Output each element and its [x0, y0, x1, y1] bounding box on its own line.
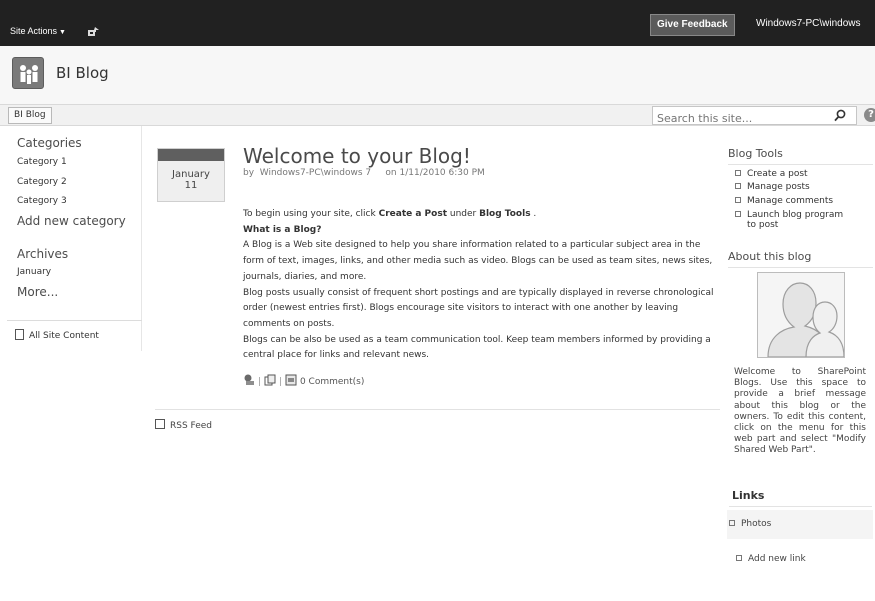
- bullet-icon: [735, 197, 741, 203]
- photos-link[interactable]: Photos: [729, 519, 771, 529]
- post-heading: What is a Blog?: [243, 223, 723, 239]
- rss-icon: [155, 419, 165, 429]
- post-intro-text: .: [530, 209, 537, 219]
- categories-heading[interactable]: Categories: [17, 136, 82, 150]
- tab-bi-blog[interactable]: BI Blog: [8, 107, 52, 124]
- blog-tool-label: Create a post: [747, 169, 808, 179]
- navigate-up-icon[interactable]: [88, 27, 99, 36]
- blog-tools-title: Blog Tools: [728, 147, 783, 160]
- category-link[interactable]: Category 3: [17, 196, 67, 206]
- site-logo-icon[interactable]: [12, 57, 44, 89]
- links-title: Links: [732, 489, 765, 502]
- post-paragraph: A Blog is a Web site designed to help yo…: [243, 240, 713, 282]
- chevron-down-icon: ▼: [59, 29, 66, 36]
- divider: [728, 164, 873, 165]
- bullet-icon: [735, 183, 741, 189]
- bullet-icon: [735, 170, 741, 176]
- quick-launch: Categories Category 1 Category 2 Categor…: [7, 126, 142, 351]
- site-title[interactable]: BI Blog: [56, 64, 109, 82]
- blog-tool-label: Manage comments: [747, 196, 834, 206]
- divider: [155, 409, 720, 410]
- add-new-category-link[interactable]: Add new category: [17, 214, 126, 228]
- top-navigation: BI Blog ?: [0, 104, 875, 127]
- search-input[interactable]: [653, 110, 833, 127]
- user-menu[interactable]: Windows7-PC\windows: [756, 18, 860, 29]
- bullet-icon: [729, 520, 735, 526]
- archive-month-link[interactable]: January: [17, 267, 51, 277]
- bullet-icon: [736, 555, 742, 561]
- manage-posts-link[interactable]: Manage posts: [735, 182, 810, 192]
- divider: [729, 506, 872, 507]
- blog-tool-label: to post: [747, 220, 779, 230]
- create-post-link[interactable]: Create a post: [735, 169, 808, 179]
- launch-blog-program-link[interactable]: Launch blog program to post: [735, 210, 843, 230]
- photos-link-label: Photos: [741, 519, 772, 529]
- more-archives-link[interactable]: More...: [17, 285, 58, 299]
- manage-comments-link[interactable]: Manage comments: [735, 196, 833, 206]
- create-a-post-link[interactable]: Create a Post: [379, 209, 447, 219]
- document-icon: [15, 329, 24, 340]
- site-actions-label: Site Actions: [10, 26, 58, 36]
- about-blog-text: Welcome to SharePoint Blogs. Use this sp…: [734, 367, 866, 456]
- post-date-month: January: [172, 169, 210, 180]
- ribbon: Site Actions ▼ Give Feedback Windows7-PC\…: [0, 0, 875, 46]
- comments-count-link[interactable]: 0 Comment(s): [300, 377, 364, 387]
- give-feedback-button[interactable]: Give Feedback: [650, 14, 735, 36]
- post-heading-text: What is a Blog?: [243, 224, 322, 235]
- divider: |: [279, 377, 283, 387]
- post-intro-text: under: [447, 209, 480, 219]
- permalink-icon[interactable]: [264, 374, 276, 386]
- category-link[interactable]: Category 1: [17, 157, 67, 167]
- blog-tools-link[interactable]: Blog Tools: [479, 209, 530, 219]
- search-box: [652, 106, 857, 127]
- rss-feed-link[interactable]: RSS Feed: [155, 419, 212, 431]
- help-icon[interactable]: ?: [864, 108, 875, 122]
- all-site-content-label: All Site Content: [29, 331, 99, 341]
- email-link-icon[interactable]: [243, 374, 255, 386]
- avatar-image: [757, 272, 845, 358]
- add-new-link-label: Add new link: [748, 554, 806, 564]
- about-blog-title: About this blog: [728, 250, 812, 263]
- divider: |: [258, 377, 262, 387]
- rss-feed-label: RSS Feed: [170, 421, 213, 431]
- post-intro: To begin using your site, click Create a…: [243, 207, 723, 223]
- post-title[interactable]: Welcome to your Blog!: [243, 144, 471, 168]
- post-paragraph: Blog posts usually consist of frequent s…: [243, 287, 714, 329]
- post-actions: | | 0 Comment(s): [243, 374, 364, 387]
- post-by-label: by: [243, 168, 255, 178]
- blog-tool-label: Launch blog program: [747, 210, 844, 220]
- blog-tool-label: Manage posts: [747, 182, 810, 192]
- post-date-day: 11: [184, 180, 198, 191]
- site-actions-menu[interactable]: Site Actions ▼: [10, 26, 66, 36]
- add-new-link[interactable]: Add new link: [736, 554, 806, 564]
- date-box-header: [158, 149, 224, 161]
- post-meta: by Windows7-PC\windows 7 on 1/11/2010 6:…: [243, 168, 485, 178]
- category-link[interactable]: Category 2: [17, 177, 67, 187]
- archives-heading[interactable]: Archives: [17, 247, 68, 261]
- divider: [7, 320, 142, 321]
- post-date-label: on 1/11/2010 6:30 PM: [385, 168, 485, 178]
- all-site-content-link[interactable]: All Site Content: [15, 329, 99, 341]
- bullet-icon: [735, 211, 741, 217]
- post-author-link[interactable]: Windows7-PC\windows 7: [260, 168, 371, 178]
- post-paragraph: Blogs can be also be used as a team comm…: [243, 334, 711, 361]
- post-date-box: January 11: [157, 148, 225, 202]
- divider: [728, 267, 873, 268]
- right-web-parts: Blog Tools Create a post Manage posts Ma…: [727, 126, 875, 596]
- comment-icon[interactable]: [285, 374, 297, 386]
- search-icon[interactable]: [834, 109, 846, 122]
- post-body: To begin using your site, click Create a…: [243, 207, 723, 364]
- site-title-row: BI Blog: [0, 46, 875, 104]
- post-intro-text: To begin using your site, click: [243, 209, 379, 219]
